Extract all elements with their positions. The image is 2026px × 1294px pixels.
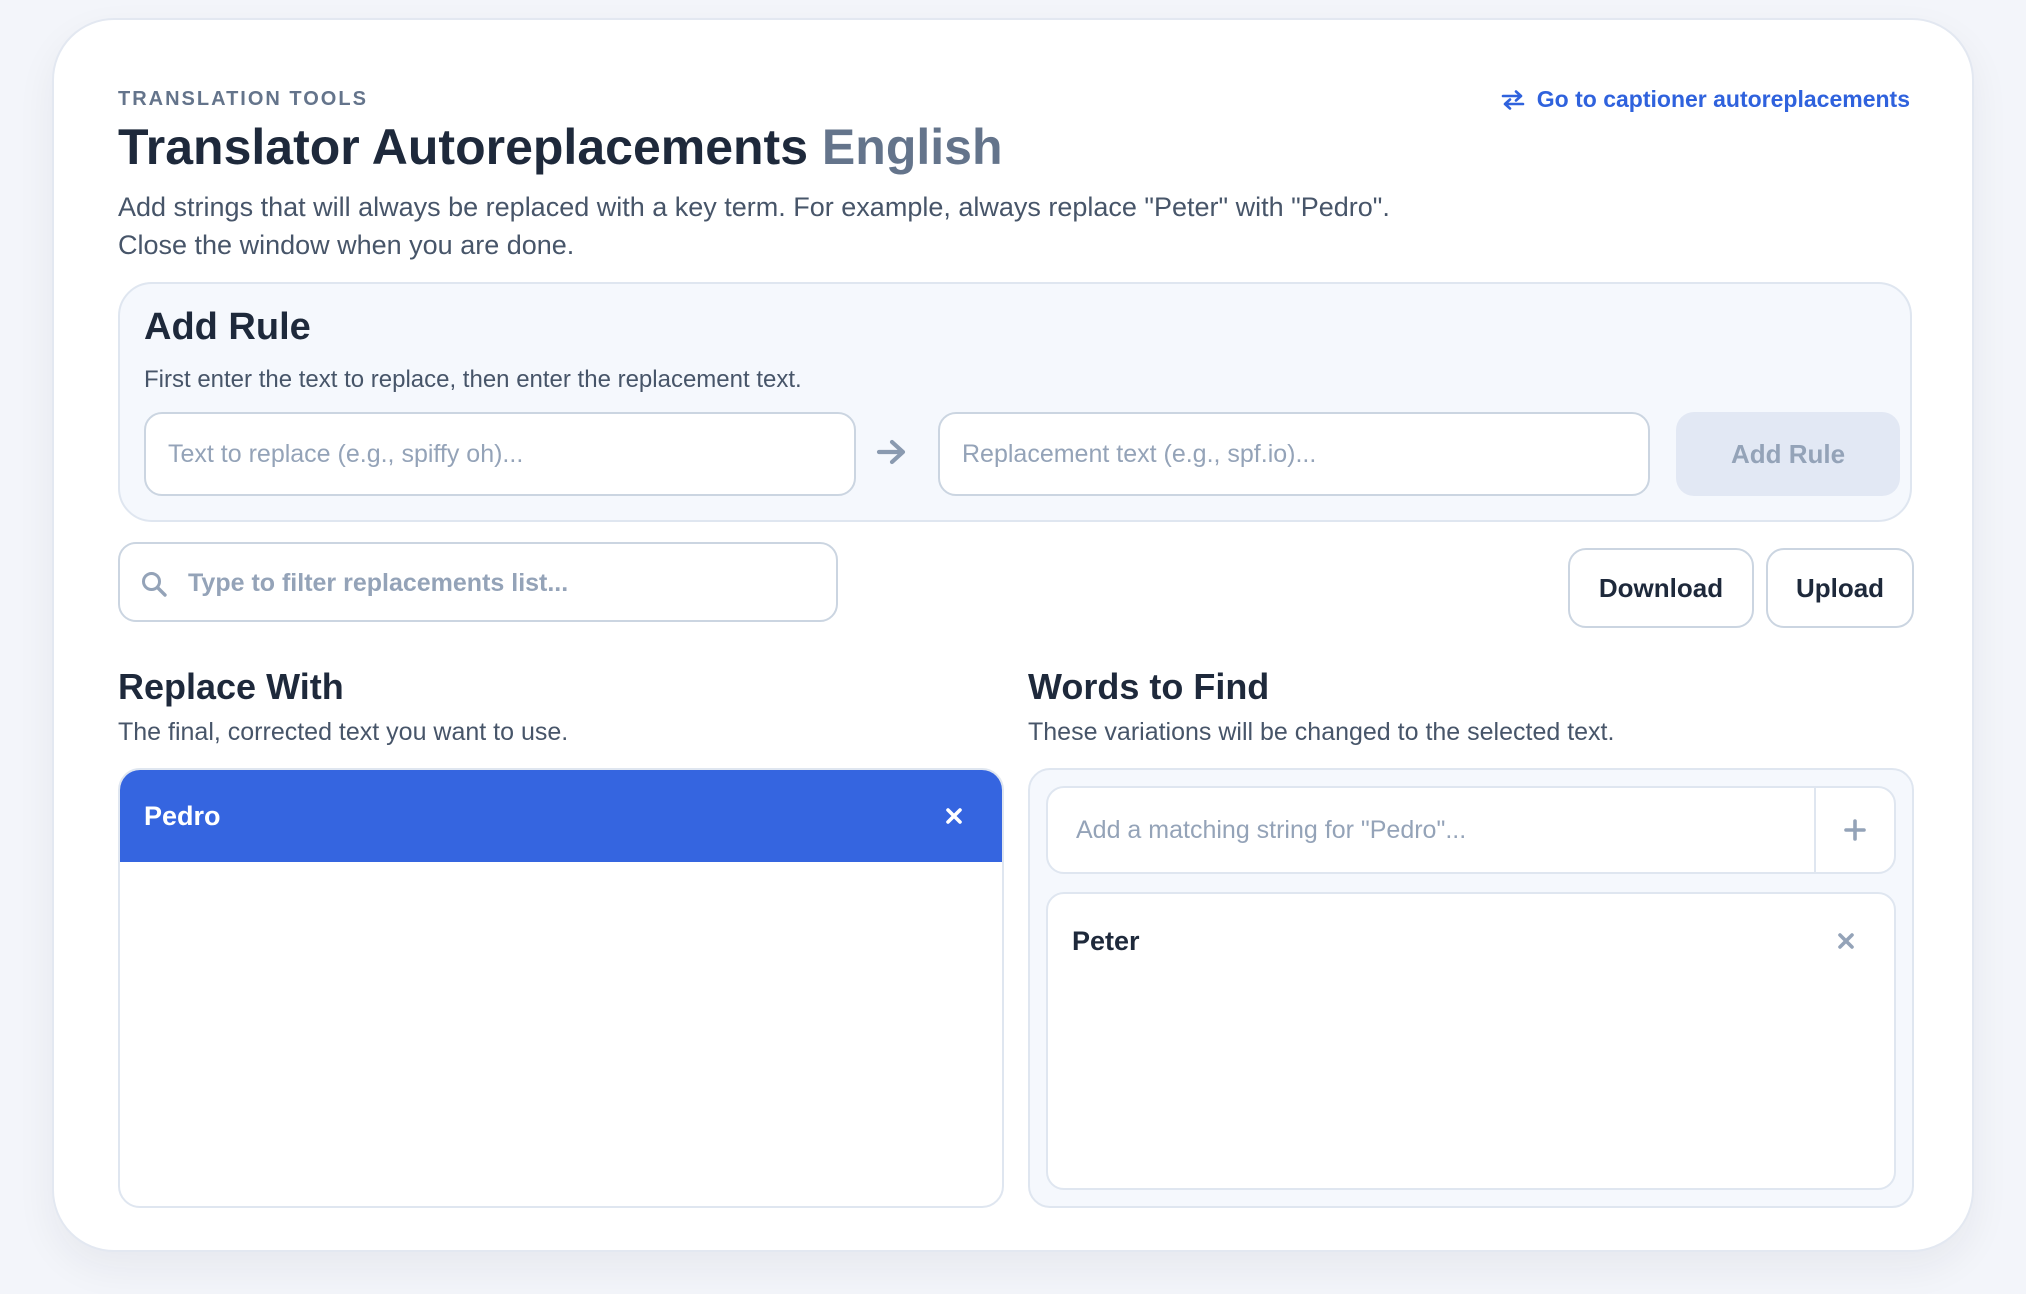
search-icon <box>140 570 168 603</box>
main-card: TRANSLATION TOOLS Translator Autoreplace… <box>52 18 1974 1252</box>
plus-icon[interactable] <box>1814 788 1894 872</box>
page-title-text: Translator Autoreplacements <box>118 119 809 175</box>
download-button[interactable]: Download <box>1568 548 1754 628</box>
goto-captioner-link[interactable]: Go to captioner autoreplacements <box>1501 86 1910 113</box>
eyebrow-label: TRANSLATION TOOLS <box>118 88 368 110</box>
language-label: English <box>821 119 1003 175</box>
filter-input[interactable] <box>186 544 820 622</box>
list-item[interactable]: Pedro <box>120 770 1002 862</box>
upload-button[interactable]: Upload <box>1766 548 1914 628</box>
words-to-find-panel: Peter <box>1028 768 1914 1208</box>
text-to-replace-input[interactable] <box>144 412 856 496</box>
add-rule-hint: First enter the text to replace, then en… <box>144 366 802 393</box>
close-icon[interactable] <box>1836 931 1856 951</box>
filter-box <box>118 542 838 622</box>
add-matching-string-input[interactable] <box>1048 788 1814 872</box>
page-description: Add strings that will always be replaced… <box>118 192 1390 260</box>
replacement-text-input[interactable] <box>938 412 1650 496</box>
replace-with-subtitle: The final, corrected text you want to us… <box>118 718 569 746</box>
words-list: Peter <box>1046 892 1896 1190</box>
add-rule-title: Add Rule <box>144 306 311 348</box>
add-rule-button[interactable]: Add Rule <box>1676 412 1900 496</box>
replace-with-title: Replace With <box>118 666 344 707</box>
close-icon[interactable] <box>944 806 964 826</box>
swap-arrows-icon <box>1501 89 1525 110</box>
list-item-label: Pedro <box>144 800 221 831</box>
replace-with-list: Pedro <box>118 768 1004 1208</box>
words-to-find-subtitle: These variations will be changed to the … <box>1028 718 1615 746</box>
add-rule-panel: Add Rule First enter the text to replace… <box>118 282 1912 522</box>
goto-link-label: Go to captioner autoreplacements <box>1536 86 1910 112</box>
page-title: Translator Autoreplacements English <box>118 118 1003 176</box>
list-item-label: Peter <box>1072 925 1140 956</box>
arrow-right-icon <box>876 438 908 471</box>
add-matching-string-field <box>1046 786 1896 874</box>
list-item: Peter <box>1048 894 1894 988</box>
words-to-find-title: Words to Find <box>1028 666 1270 707</box>
